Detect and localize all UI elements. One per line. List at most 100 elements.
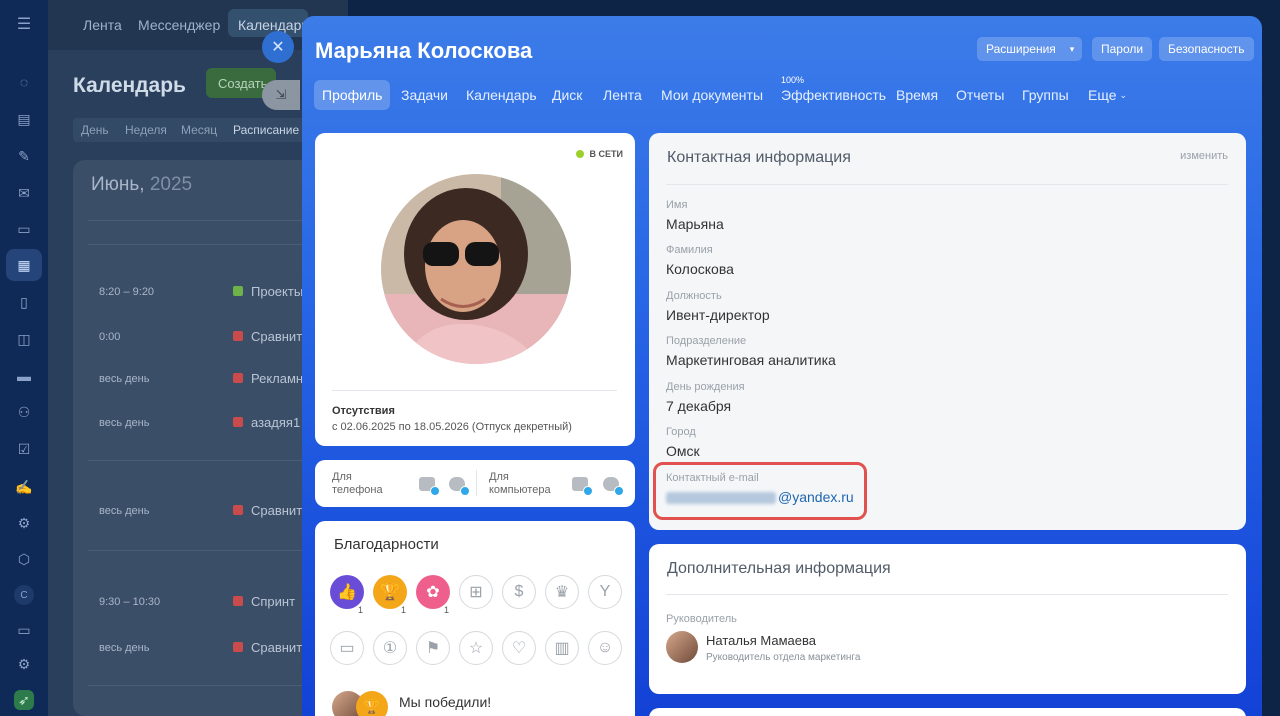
bg-event-time: весь день <box>99 505 150 517</box>
money-icon[interactable]: $ <box>502 575 536 609</box>
online-status: В СЕТИ <box>575 149 623 159</box>
cocktail-icon[interactable]: Y <box>588 575 622 609</box>
rocket-icon[interactable]: ➶ <box>14 690 34 710</box>
manager-avatar[interactable] <box>666 631 698 663</box>
smile-icon[interactable]: ☺ <box>588 631 622 665</box>
bg-tab-feed[interactable]: Лента <box>83 17 122 33</box>
online-dot-icon <box>575 150 584 158</box>
bg-event-time: 9:30 – 10:30 <box>99 596 161 608</box>
bg-event-name: Рекламн <box>251 371 304 386</box>
thumbs-up-icon[interactable]: 👍 1 <box>330 575 366 615</box>
bg-event-color <box>233 373 243 383</box>
bg-view-day[interactable]: День <box>81 123 109 137</box>
bg-event-name: Сравнит <box>251 329 303 344</box>
profile-panel: Марьяна Колоскова Расширения ▾ Пароли Бе… <box>302 16 1262 716</box>
company-icon[interactable]: С <box>14 585 34 605</box>
feed-icon[interactable]: ▤ <box>14 109 34 129</box>
field-last-name: Колоскова <box>666 261 734 277</box>
manager-name[interactable]: Наталья Мамаева <box>706 633 816 648</box>
left-app-bar: ☰ ◌ ▤ ✎ ✉ ▭ ▦ ▯ ◫ ▬ ⚇ ☑ ✍ ⚙ ⬡ С ▭ ⚙ ➶ <box>0 0 48 716</box>
badge-count: 1 <box>397 605 409 615</box>
bg-event-color <box>233 286 243 296</box>
trophy-icon[interactable]: 🏆 1 <box>373 575 409 615</box>
chat-icon[interactable]: ◫ <box>14 329 34 349</box>
extensions-button[interactable]: Расширения ▾ <box>977 37 1082 61</box>
calendar-icon[interactable]: ▦ <box>6 249 42 281</box>
tab-groups[interactable]: Группы <box>1022 80 1069 110</box>
tab-more[interactable]: Еще ⌄ <box>1088 80 1127 110</box>
bg-event-name: Сравнит <box>251 640 303 655</box>
docs-icon[interactable]: ▯ <box>14 292 34 312</box>
bg-view-switcher: День Неделя Месяц Расписание <box>73 118 333 142</box>
field-label: Фамилия <box>666 244 713 256</box>
bg-event-name: Проекты <box>251 284 304 299</box>
phone-apps-label: Для телефона <box>332 471 383 496</box>
tab-reports[interactable]: Отчеты <box>956 80 1004 110</box>
post-title[interactable]: Мы победили! <box>399 694 491 710</box>
card-icon[interactable]: ▬ <box>14 366 34 386</box>
bg-event-color <box>233 505 243 515</box>
minimize-slider-button[interactable]: ⇲ <box>262 80 300 110</box>
badge-count: 1 <box>440 605 452 615</box>
heart-icon[interactable]: ♡ <box>502 631 536 665</box>
check-icon[interactable]: ☑ <box>14 439 34 459</box>
flag-icon[interactable]: ⚑ <box>416 631 450 665</box>
bg-view-week[interactable]: Неделя <box>125 123 167 137</box>
tab-my-documents[interactable]: Мои документы <box>661 80 763 110</box>
cake-icon[interactable]: ▭ <box>330 631 364 665</box>
security-button[interactable]: Безопасность <box>1159 37 1254 61</box>
company-letter: С <box>20 589 28 601</box>
thanks-card: Благодарности 👍 1 🏆 1 ✿ 1 ⊞ $ ♛ Y ▭ ① ⚑ ☆ ♡… <box>315 521 635 716</box>
tab-efficiency[interactable]: 100% Эффективность <box>781 75 886 110</box>
tab-feed[interactable]: Лента <box>603 80 642 110</box>
bg-event-color <box>233 642 243 652</box>
tab-profile[interactable]: Профиль <box>314 80 391 110</box>
star-icon[interactable]: ☆ <box>459 631 493 665</box>
apple-icon[interactable] <box>603 477 624 496</box>
terminal-icon[interactable]: ▭ <box>14 620 34 640</box>
robot-icon[interactable]: ⚙ <box>14 513 34 533</box>
bg-view-month[interactable]: Месяц <box>181 123 217 137</box>
trophy-icon: 🏆 <box>356 691 388 716</box>
contacts-icon[interactable]: ▭ <box>14 219 34 239</box>
sign-icon[interactable]: ✍ <box>14 477 34 497</box>
field-department[interactable]: Маркетинговая аналитика <box>666 352 836 368</box>
computer-apps-label: Для компьютера <box>489 471 551 496</box>
edit-link[interactable]: изменить <box>1180 150 1228 162</box>
mail-icon[interactable]: ✉ <box>14 183 34 203</box>
additional-info-title: Дополнительная информация <box>667 560 891 577</box>
android-icon[interactable] <box>419 477 440 496</box>
manager-label: Руководитель <box>666 613 737 625</box>
chevron-down-icon: ⌄ <box>1119 89 1128 100</box>
crown-icon[interactable]: ♛ <box>545 575 579 609</box>
tab-time[interactable]: Время <box>896 80 938 110</box>
bg-month-title: Июнь, 2025 <box>91 174 192 196</box>
close-slider-button[interactable]: ✕ <box>262 31 294 63</box>
gift-icon[interactable]: ⊞ <box>459 575 493 609</box>
settings-icon[interactable]: ⚙ <box>14 654 34 674</box>
bg-event-time: весь день <box>99 642 150 654</box>
beer-icon[interactable]: ▥ <box>545 631 579 665</box>
bg-event-color <box>233 596 243 606</box>
number-one-icon[interactable]: ① <box>373 631 407 665</box>
pulse-icon[interactable]: ◌ <box>14 72 34 92</box>
bg-tab-messenger[interactable]: Мессенджер <box>138 17 220 33</box>
extensions-label: Расширения <box>986 42 1056 56</box>
windows-icon[interactable] <box>572 477 593 496</box>
bg-page-title: Календарь <box>73 74 186 97</box>
field-position: Ивент-директор <box>666 307 770 323</box>
menu-icon[interactable]: ☰ <box>14 14 34 34</box>
tab-tasks[interactable]: Задачи <box>401 80 448 110</box>
flower-icon[interactable]: ✿ 1 <box>416 575 452 615</box>
appstore-icon[interactable] <box>449 477 470 496</box>
people-icon[interactable]: ⚇ <box>14 402 34 422</box>
field-first-name: Марьяна <box>666 216 724 232</box>
tasks-icon[interactable]: ✎ <box>14 146 34 166</box>
avatar[interactable] <box>381 174 571 364</box>
minimize-icon: ⇲ <box>275 87 287 102</box>
box-icon[interactable]: ⬡ <box>14 549 34 569</box>
tab-calendar[interactable]: Календарь <box>466 80 537 110</box>
bg-view-schedule[interactable]: Расписание <box>233 123 299 137</box>
passwords-button[interactable]: Пароли <box>1092 37 1153 61</box>
tab-disk[interactable]: Диск <box>552 80 582 110</box>
